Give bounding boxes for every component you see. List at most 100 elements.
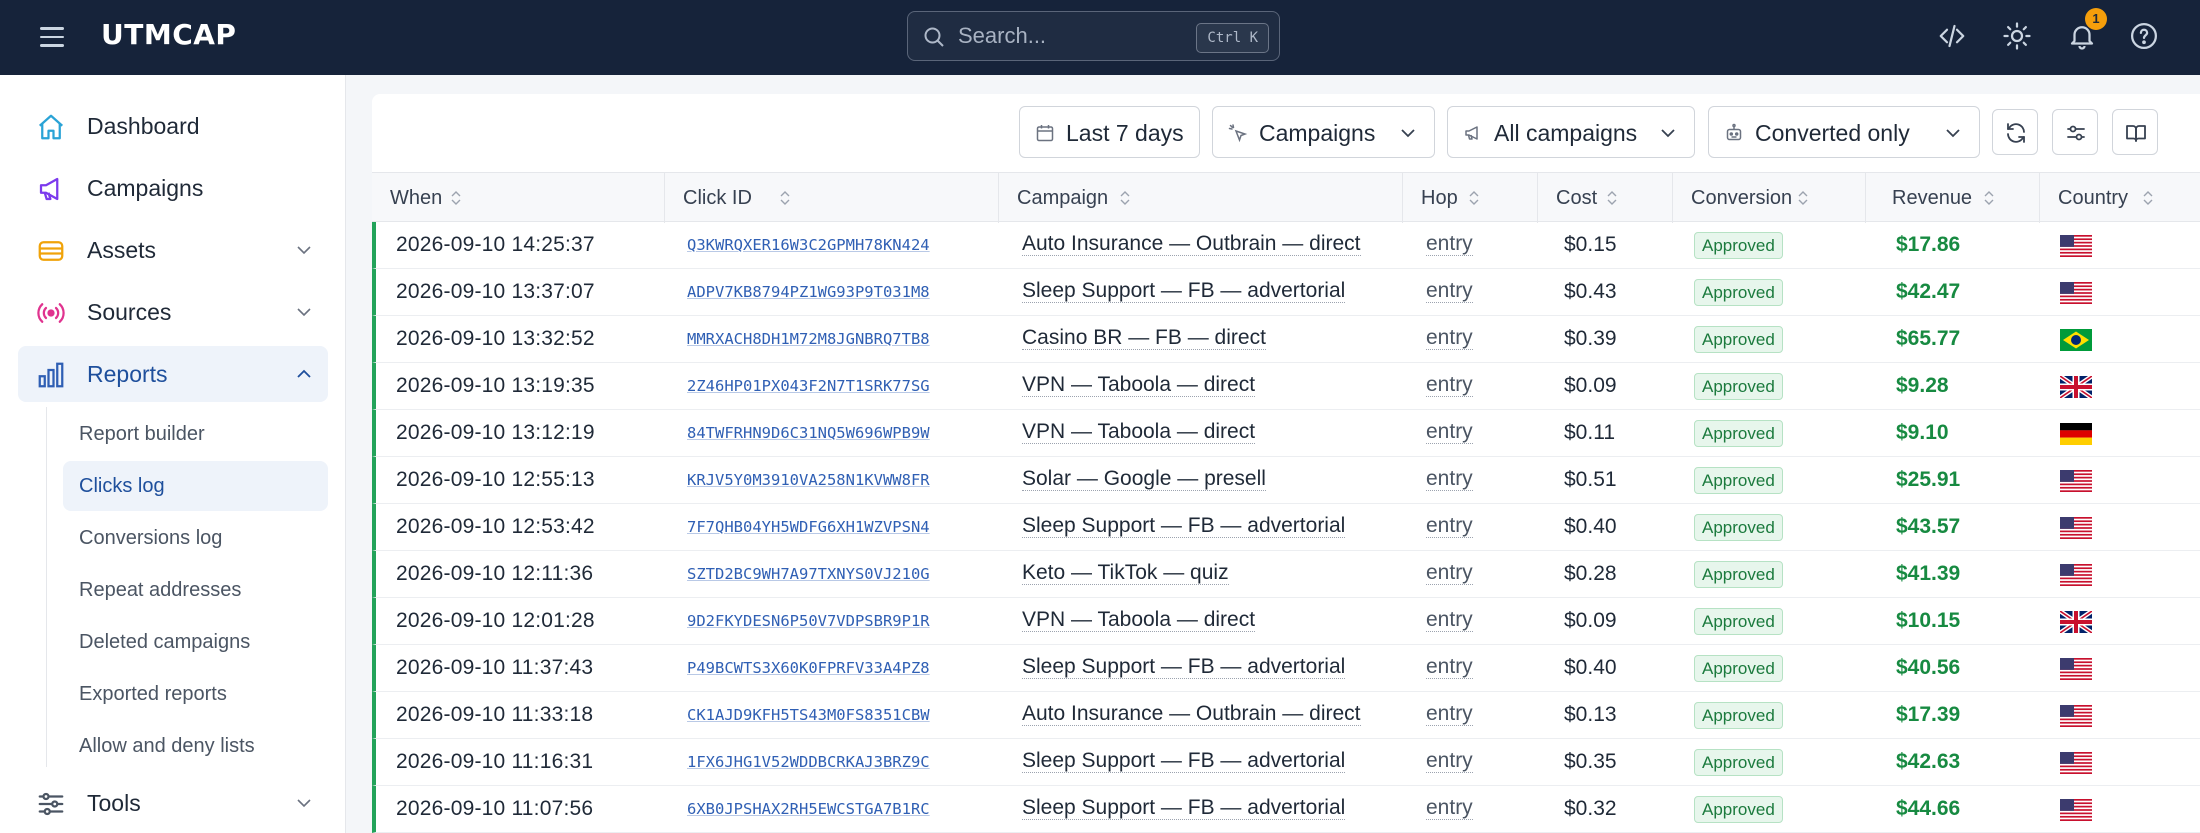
cell-campaign[interactable]: Keto — TikTok — quiz — [1022, 562, 1229, 585]
table-row[interactable]: 2026-09-10 12:55:13 KRJV5Y0M3910VA258N1KV… — [372, 457, 2200, 504]
cell-click-id-link[interactable]: 7F7QHB04YH5WDFG6XH1WZVPSN4 — [687, 518, 930, 536]
cell-campaign[interactable]: Auto Insurance — Outbrain — direct — [1022, 703, 1361, 726]
subnav-allow-deny-lists[interactable]: Allow and deny lists — [63, 721, 328, 771]
column-settings-button[interactable] — [2052, 109, 2098, 155]
table-header: When Click ID Campaign Hop Cost Conversi… — [372, 172, 2200, 223]
table-row[interactable]: 2026-09-10 11:16:31 1FX6JHG1V52WDDBCRKAJ3… — [372, 739, 2200, 786]
cell-when: 2026-09-10 11:16:31 — [396, 750, 594, 773]
cell-when: 2026-09-10 11:37:43 — [396, 656, 594, 679]
broadcast-icon — [37, 303, 65, 323]
sidebar-item-reports[interactable]: Reports — [18, 346, 328, 402]
subnav-deleted-campaigns[interactable]: Deleted campaigns — [63, 617, 328, 667]
subnav-report-builder[interactable]: Report builder — [63, 409, 328, 459]
chevron-down-icon — [1401, 129, 1415, 138]
cell-click-id-link[interactable]: 84TWFRHN9D6C31NQ5W696WPB9W — [687, 424, 930, 442]
cell-cost: $0.32 — [1564, 797, 1617, 820]
subnav-conversions-log[interactable]: Conversions log — [63, 513, 328, 563]
column-header-revenue[interactable]: Revenue — [1866, 173, 2040, 223]
conversion-status-badge: Approved — [1694, 702, 1783, 729]
table-row[interactable]: 2026-09-10 11:07:56 6XB0JPSHAX2RH5EWCSTGA… — [372, 786, 2200, 833]
cell-click-id-link[interactable]: 6XB0JPSHAX2RH5EWCSTGA7B1RC — [687, 800, 930, 818]
table-row[interactable]: 2026-09-10 14:25:37 Q3KWRQXER16W3C2GPMH78… — [372, 222, 2200, 269]
cell-click-id-link[interactable]: 2Z46HP01PX043F2N7T1SRK77SG — [687, 377, 930, 395]
brand-logo[interactable]: UTMCAP — [101, 18, 236, 51]
column-header-click-id[interactable]: Click ID — [665, 173, 999, 223]
sidebar-item-dashboard[interactable]: Dashboard — [18, 98, 328, 154]
sidebar-item-sources[interactable]: Sources — [18, 284, 328, 340]
cell-hop: entry — [1426, 749, 1473, 773]
cell-when: 2026-09-10 14:25:37 — [396, 233, 595, 256]
cell-campaign[interactable]: Sleep Support — FB — advertorial — [1022, 750, 1346, 773]
cell-click-id-link[interactable]: 9D2FKYDESN6P50V7VDPSBR9P1R — [687, 612, 930, 630]
cell-hop: entry — [1426, 702, 1473, 726]
cell-when: 2026-09-10 12:11:36 — [396, 562, 594, 585]
table-row[interactable]: 2026-09-10 12:11:36 SZTD2BC9WH7A97TXNYS0V… — [372, 551, 2200, 598]
table-row[interactable]: 2026-09-10 13:12:19 84TWFRHN9D6C31NQ5W696… — [372, 410, 2200, 457]
table-row[interactable]: 2026-09-10 11:33:18 CK1AJD9KFH5TS43M0FS83… — [372, 692, 2200, 739]
cell-click-id-link[interactable]: MMRXACH8DH1M72M8JGNBRQ7TB8 — [687, 330, 930, 348]
search-input[interactable] — [958, 20, 1188, 52]
search-shortcut-hint: Ctrl K — [1196, 23, 1269, 53]
campaign-filter-select[interactable]: All campaigns — [1447, 106, 1695, 158]
date-range-filter[interactable]: Last 7 days — [1019, 106, 1200, 158]
cell-campaign[interactable]: VPN — Taboola — direct — [1022, 374, 1256, 397]
cell-click-id-link[interactable]: 1FX6JHG1V52WDDBCRKAJ3BRZ9C — [687, 753, 930, 771]
cell-campaign[interactable]: VPN — Taboola — direct — [1022, 609, 1256, 632]
cell-campaign[interactable]: Auto Insurance — Outbrain — direct — [1022, 233, 1361, 256]
sun-icon[interactable] — [2001, 20, 2033, 52]
docs-button[interactable] — [2112, 109, 2158, 155]
conversion-status-badge: Approved — [1694, 467, 1783, 494]
search-icon — [924, 27, 944, 47]
cell-click-id-link[interactable]: SZTD2BC9WH7A97TXNYS0VJ210G — [687, 565, 930, 583]
table-row[interactable]: 2026-09-10 11:37:43 P49BCWTS3X60K0FPRFV33… — [372, 645, 2200, 692]
cell-campaign[interactable]: Sleep Support — FB — advertorial — [1022, 280, 1346, 303]
country-flag-icon — [2060, 423, 2092, 445]
conversion-filter-select[interactable]: Converted only — [1708, 106, 1980, 158]
sidebar-item-campaigns[interactable]: Campaigns — [18, 160, 328, 216]
cell-campaign[interactable]: Casino BR — FB — direct — [1022, 327, 1266, 350]
column-header-cost[interactable]: Cost — [1538, 173, 1673, 223]
notification-badge: 1 — [2085, 8, 2107, 30]
cell-click-id-link[interactable]: Q3KWRQXER16W3C2GPMH78KN424 — [687, 236, 930, 254]
conversion-status-badge: Approved — [1694, 561, 1783, 588]
conversion-status-badge: Approved — [1694, 232, 1783, 259]
column-header-hop[interactable]: Hop — [1403, 173, 1538, 223]
help-icon[interactable] — [2128, 20, 2160, 52]
cell-revenue: $17.39 — [1896, 703, 1961, 726]
table-row[interactable]: 2026-09-10 13:19:35 2Z46HP01PX043F2N7T1SR… — [372, 363, 2200, 410]
cell-click-id-link[interactable]: P49BCWTS3X60K0FPRFV33A4PZ8 — [687, 659, 930, 677]
code-icon[interactable] — [1936, 20, 1968, 52]
search-box[interactable]: Ctrl K — [907, 11, 1280, 61]
cell-campaign[interactable]: Sleep Support — FB — advertorial — [1022, 656, 1346, 679]
cell-click-id-link[interactable]: KRJV5Y0M3910VA258N1KVWW8FR — [687, 471, 930, 489]
cell-revenue: $25.91 — [1896, 468, 1961, 491]
table-row[interactable]: 2026-09-10 13:32:52 MMRXACH8DH1M72M8JGNBR… — [372, 316, 2200, 363]
subnav-repeat-addresses[interactable]: Repeat addresses — [63, 565, 328, 615]
menu-icon[interactable] — [40, 22, 70, 52]
cell-hop: entry — [1426, 232, 1473, 256]
subnav-clicks-log[interactable]: Clicks log — [63, 461, 328, 511]
column-header-country[interactable]: Country — [2040, 173, 2200, 223]
top-bar: UTMCAP Ctrl K 1 — [0, 0, 2200, 75]
column-header-campaign[interactable]: Campaign — [999, 173, 1403, 223]
cell-when: 2026-09-10 13:37:07 — [396, 280, 595, 303]
conversion-status-badge: Approved — [1694, 420, 1783, 447]
subnav-exported-reports[interactable]: Exported reports — [63, 669, 328, 719]
table-row[interactable]: 2026-09-10 12:53:42 7F7QHB04YH5WDFG6XH1WZ… — [372, 504, 2200, 551]
cell-campaign[interactable]: VPN — Taboola — direct — [1022, 421, 1256, 444]
table-row[interactable]: 2026-09-10 12:01:28 9D2FKYDESN6P50V7VDPSB… — [372, 598, 2200, 645]
sidebar-item-tools[interactable]: Tools — [18, 775, 328, 831]
cell-click-id-link[interactable]: CK1AJD9KFH5TS43M0FS8351CBW — [687, 706, 930, 724]
cell-campaign[interactable]: Sleep Support — FB — advertorial — [1022, 797, 1346, 820]
column-header-conversion[interactable]: Conversion — [1673, 173, 1866, 223]
group-by-select[interactable]: Campaigns — [1212, 106, 1435, 158]
cell-click-id-link[interactable]: ADPV7KB8794PZ1WG93P9T031M8 — [687, 283, 930, 301]
cell-cost: $0.43 — [1564, 280, 1617, 303]
table-row[interactable]: 2026-09-10 13:37:07 ADPV7KB8794PZ1WG93P9T… — [372, 269, 2200, 316]
cell-campaign[interactable]: Sleep Support — FB — advertorial — [1022, 515, 1346, 538]
cell-campaign[interactable]: Solar — Google — presell — [1022, 468, 1266, 491]
column-header-when[interactable]: When — [372, 173, 665, 223]
conversion-status-badge: Approved — [1694, 655, 1783, 682]
sidebar-item-assets[interactable]: Assets — [18, 222, 328, 278]
refresh-button[interactable] — [1992, 109, 2038, 155]
